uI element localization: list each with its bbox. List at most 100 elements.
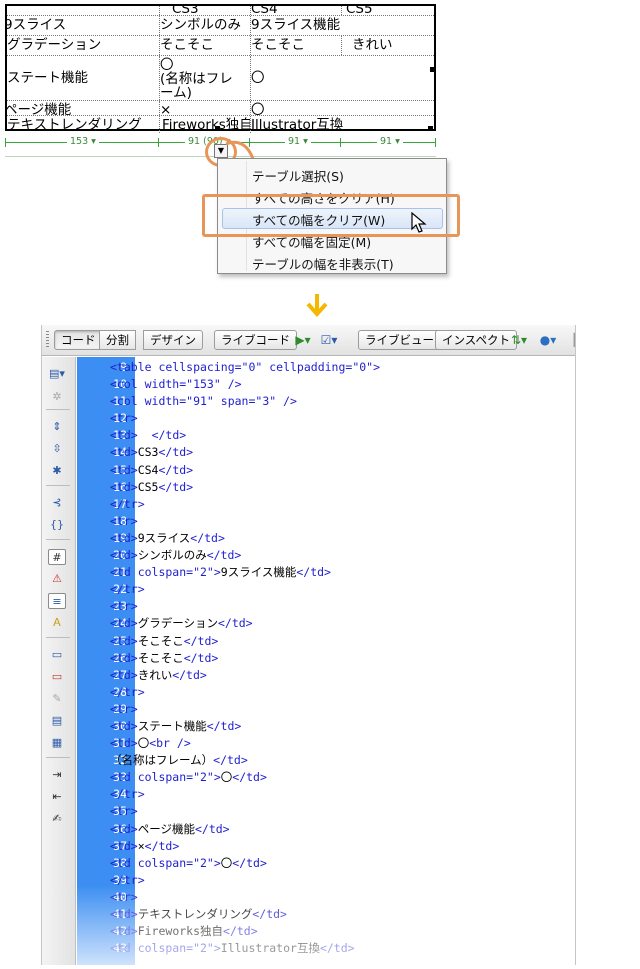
- menu-item-hide-table-widths[interactable]: テーブルの幅を非表示(T): [252, 254, 394, 273]
- live-view-options-icon[interactable]: ▶▾: [292, 332, 314, 349]
- collapse-full-tag-icon[interactable]: ⇕: [48, 419, 66, 435]
- code-text: CS4: [137, 462, 159, 477]
- code-text: 〇: [220, 855, 233, 870]
- code-tag: </td>: [144, 838, 180, 853]
- code-view-panel: コード 分割 デザイン ライブコード ▶▾ ☑▾ ライブビュー インスペクト ⇅…: [41, 325, 576, 965]
- code-line: <tr>: [110, 598, 570, 615]
- live-view-button[interactable]: ライブビュー: [358, 330, 441, 350]
- show-code-navigator-icon[interactable]: ✲: [48, 389, 66, 405]
- indent-code-icon[interactable]: ⇥: [48, 767, 66, 783]
- code-line: <td>9スライス</td>: [110, 530, 570, 547]
- table-cell-colspan[interactable]: 〇: [251, 101, 434, 115]
- column-width-label[interactable]: 91 ▾: [377, 136, 403, 147]
- code-text: ページ機能: [137, 821, 195, 836]
- code-line: <td>Fireworks独自</td>: [110, 923, 570, 940]
- code-view-button[interactable]: コード: [54, 330, 103, 350]
- column-width-label[interactable]: 91 ▾: [285, 136, 311, 147]
- open-documents-icon[interactable]: ▤▾: [48, 366, 66, 382]
- code-line: </tr>: [110, 581, 570, 598]
- resize-handle-bottom[interactable]: [215, 126, 220, 131]
- toolbar-divider: [46, 637, 70, 638]
- format-source-icon[interactable]: ✍: [48, 811, 66, 827]
- table-cell[interactable]: CS3: [160, 6, 251, 15]
- word-wrap-icon[interactable]: ≡: [48, 593, 66, 609]
- code-line: <tr>: [110, 701, 570, 718]
- table-cell[interactable]: 〇 (名称はフレ ーム): [160, 56, 251, 100]
- table-cell[interactable]: テキストレンダリング: [7, 116, 160, 133]
- code-tag: </td>: [296, 565, 331, 580]
- table-cell-colspan[interactable]: Illustrator互換: [251, 116, 434, 133]
- toolbar-grip[interactable]: [46, 331, 49, 349]
- code-text: CS3: [137, 445, 159, 460]
- code-editor[interactable]: <table cellspacing="0" cellpadding="0"> <…: [110, 359, 570, 957]
- guide-tick: [340, 138, 341, 147]
- table-cell[interactable]: きれい: [342, 36, 434, 55]
- code-tag: <tr>: [110, 513, 138, 528]
- balance-braces-icon[interactable]: {}: [48, 517, 66, 533]
- table-cell[interactable]: そこそこ: [160, 36, 251, 55]
- menu-item-select-table[interactable]: テーブル選択(S): [252, 166, 344, 185]
- code-tag: <col width="91" span="3" />: [110, 394, 297, 409]
- code-tag: </td>: [158, 479, 194, 494]
- resize-handle-corner[interactable]: [428, 126, 433, 131]
- apply-comment-icon[interactable]: ▭: [48, 647, 66, 663]
- code-tag: <td>: [110, 821, 138, 836]
- table-cell[interactable]: [7, 6, 160, 15]
- table-cell[interactable]: そこそこ: [251, 36, 342, 55]
- wrap-tag-icon[interactable]: ✎: [48, 691, 66, 707]
- table-cell[interactable]: CS5: [342, 6, 434, 15]
- table-row: 9スライス シンボルのみ 9スライス機能: [7, 16, 434, 36]
- recent-snippets-icon[interactable]: ▤: [48, 713, 66, 729]
- table-cell[interactable]: ステート機能: [7, 56, 160, 100]
- code-tag: </td>: [319, 941, 355, 956]
- resize-handle-right[interactable]: [430, 67, 435, 72]
- check-page-icon[interactable]: ☑▾: [318, 332, 340, 349]
- code-tag: <td colspan="2">: [110, 770, 221, 785]
- table-cell[interactable]: 9スライス: [7, 16, 160, 35]
- toolbar-overflow-icon[interactable]: ▕: [565, 332, 575, 349]
- code-tag: </td>: [252, 907, 287, 921]
- column-width-label[interactable]: 153 ▾: [67, 136, 99, 147]
- toolbar-divider: [46, 757, 70, 758]
- code-line: <tr>: [110, 513, 570, 530]
- move-css-icon[interactable]: ▦: [48, 735, 66, 751]
- code-line: <col width="153" />: [110, 376, 570, 393]
- table-cell-colspan[interactable]: 9スライス機能: [251, 16, 434, 35]
- code-tag: <td>: [110, 907, 138, 921]
- code-line: <table cellspacing="0" cellpadding="0">: [110, 359, 570, 376]
- table-cell[interactable]: CS4: [251, 6, 342, 15]
- split-view-button[interactable]: 分割: [99, 330, 136, 350]
- table-cell[interactable]: シンボルのみ: [160, 16, 251, 35]
- highlight-invalid-code-icon[interactable]: ⚠: [48, 571, 66, 587]
- code-text: グラデーション: [137, 616, 218, 631]
- guide-tick: [158, 138, 159, 147]
- table-cell-colspan[interactable]: 〇: [251, 56, 434, 100]
- design-view-table[interactable]: CS3 CS4 CS5 9スライス シンボルのみ 9スライス機能 グラデーション…: [5, 4, 436, 133]
- code-tag: <tr>: [110, 701, 138, 716]
- outdent-code-icon[interactable]: ⇤: [48, 789, 66, 805]
- design-view-button[interactable]: デザイン: [143, 330, 203, 350]
- code-tag: </td>: [158, 445, 194, 460]
- inspect-button[interactable]: インスペクト: [435, 330, 517, 350]
- table-cell[interactable]: Fireworks独自: [160, 116, 251, 133]
- code-tag: <table cellspacing="0" cellpadding="0">: [110, 360, 381, 374]
- table-row: ページ機能 × 〇: [7, 101, 434, 116]
- code-tag: <td>: [110, 548, 138, 563]
- table-cell[interactable]: ×: [160, 101, 251, 115]
- live-code-button[interactable]: ライブコード: [214, 330, 297, 350]
- select-parent-tag-icon[interactable]: ⊰: [48, 495, 66, 511]
- collapse-selection-icon[interactable]: ⇳: [48, 441, 66, 457]
- table-cell[interactable]: ページ機能: [7, 101, 160, 115]
- file-transfer-icon[interactable]: ⇅▾: [508, 332, 530, 349]
- table-cell[interactable]: グラデーション: [7, 36, 160, 55]
- code-line: <td colspan="2">9スライス機能</td>: [110, 564, 570, 581]
- code-text: 〇: [137, 736, 150, 751]
- browser-preview-icon[interactable]: ●▾: [537, 332, 559, 349]
- line-numbers-icon[interactable]: #: [48, 549, 66, 565]
- syntax-coloring-icon[interactable]: Ａ: [48, 615, 66, 631]
- remove-comment-icon[interactable]: ▭: [48, 669, 66, 685]
- expand-all-icon[interactable]: ✱: [48, 463, 66, 479]
- code-line: </tr>: [110, 872, 570, 889]
- code-text: そこそこ: [137, 633, 184, 648]
- code-tag: <br />: [149, 736, 191, 751]
